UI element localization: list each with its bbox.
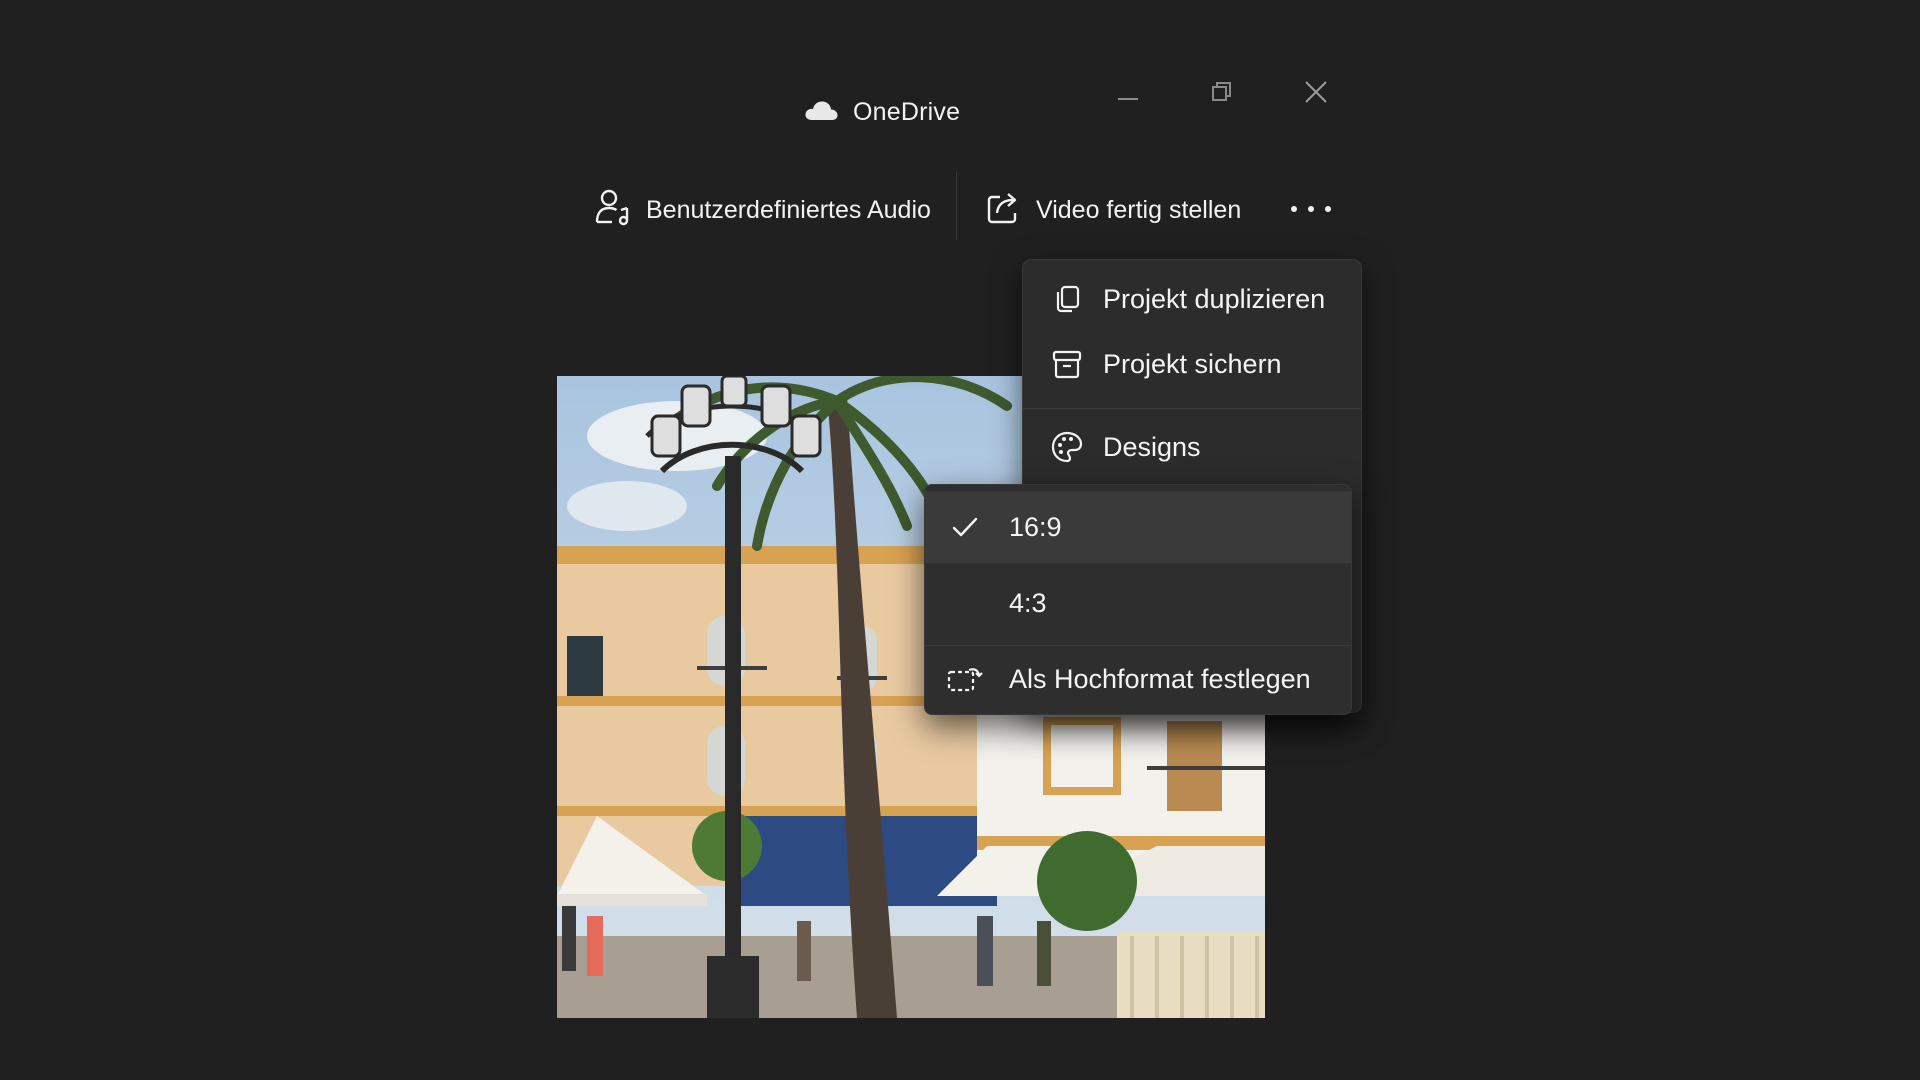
empty-check-slot (945, 583, 985, 623)
rotate-portrait-icon (945, 659, 985, 699)
minimize-icon (1116, 80, 1140, 109)
aspect-ratio-submenu: 16:9 4:3 Als Hochformat festlegen (924, 484, 1352, 715)
palette-icon (1047, 427, 1087, 467)
duplicate-icon (1047, 279, 1087, 319)
archive-icon (1047, 344, 1087, 384)
toolbar-divider (956, 172, 957, 240)
cloud-icon (803, 98, 839, 127)
menu-item-save-project[interactable]: Projekt sichern (1023, 334, 1361, 394)
video-editor-window: OneDrive Benutzerdefiniertes Audio Video… (0, 0, 1920, 1080)
menu-item-designs[interactable]: Designs (1023, 417, 1361, 477)
custom-audio-button[interactable]: Benutzerdefiniertes Audio (594, 188, 931, 232)
close-button[interactable] (1298, 76, 1334, 112)
menu-item-label: Designs (1103, 431, 1201, 462)
checkmark-icon (945, 507, 985, 547)
finish-video-button[interactable]: Video fertig stellen (986, 188, 1241, 232)
set-portrait-label: Als Hochformat festlegen (1009, 663, 1311, 694)
share-export-icon (986, 189, 1022, 232)
aspect-option-4-3[interactable]: 4:3 (925, 569, 1351, 637)
minimize-button[interactable] (1110, 76, 1146, 112)
aspect-option-label: 16:9 (1009, 511, 1062, 542)
finish-video-label: Video fertig stellen (1036, 195, 1242, 224)
restore-icon (1210, 80, 1234, 109)
menu-item-label: Projekt sichern (1103, 348, 1282, 379)
custom-audio-label: Benutzerdefiniertes Audio (646, 195, 931, 224)
set-portrait-option[interactable]: Als Hochformat festlegen (925, 647, 1351, 711)
more-dots-icon (1289, 201, 1333, 219)
app-title: OneDrive (803, 94, 960, 130)
app-title-text: OneDrive (853, 97, 961, 126)
aspect-option-16-9[interactable]: 16:9 (925, 491, 1351, 563)
close-icon (1303, 79, 1329, 110)
more-options-button[interactable] (1283, 190, 1339, 230)
person-music-icon (594, 188, 632, 233)
aspect-option-label: 4:3 (1009, 587, 1047, 618)
menu-item-label: Projekt duplizieren (1103, 283, 1326, 314)
submenu-separator (925, 645, 1351, 646)
restore-button[interactable] (1204, 76, 1240, 112)
menu-separator (1023, 408, 1361, 409)
menu-item-duplicate-project[interactable]: Projekt duplizieren (1023, 269, 1361, 329)
